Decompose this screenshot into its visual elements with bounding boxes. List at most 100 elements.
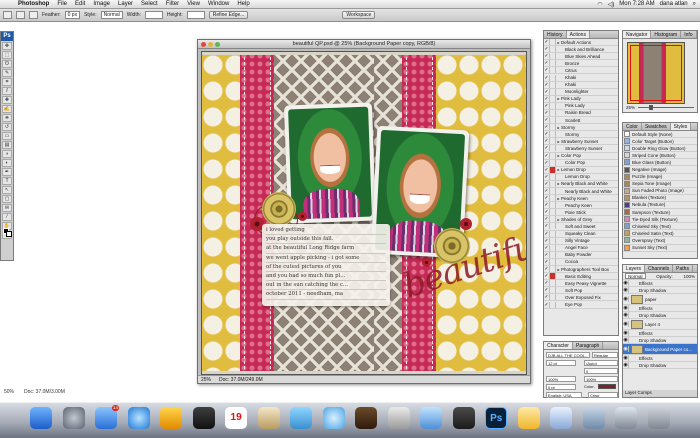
- action-item[interactable]: ✓ Black and Brilliance: [544, 46, 618, 54]
- feather-input[interactable]: 0 px: [64, 11, 81, 19]
- type-tool-icon[interactable]: T: [2, 177, 12, 185]
- action-item[interactable]: ✓ Silly Vintage: [544, 237, 618, 245]
- visibility-eye-icon[interactable]: ◉: [623, 346, 629, 353]
- visibility-eye-icon[interactable]: ◉: [623, 321, 629, 328]
- zoom-window-icon[interactable]: [215, 42, 220, 47]
- action-item[interactable]: ✓ Angel Face: [544, 244, 618, 252]
- dialog-toggle-icon[interactable]: [550, 301, 556, 308]
- tab-channels[interactable]: Channels: [645, 265, 674, 272]
- visibility-eye-icon[interactable]: ◉: [623, 337, 629, 344]
- dialog-toggle-icon[interactable]: [550, 209, 556, 216]
- action-item[interactable]: ✓ Citrus: [544, 67, 618, 75]
- layer-effect-row[interactable]: ◉ Effects: [623, 305, 697, 313]
- move-tool-icon[interactable]: ✥: [2, 42, 12, 50]
- tab-character[interactable]: Character: [544, 342, 573, 349]
- style-item[interactable]: Blanket (Texture): [623, 194, 697, 202]
- background-color-swatch[interactable]: [6, 231, 12, 237]
- visibility-eye-icon[interactable]: ◉: [623, 287, 629, 294]
- app-store-icon[interactable]: [420, 407, 443, 429]
- new-selection-icon[interactable]: [16, 11, 25, 19]
- action-item[interactable]: ✓ Soft Pop: [544, 287, 618, 295]
- marquee-tool-preset-icon[interactable]: [3, 11, 12, 19]
- visibility-eye-icon[interactable]: ◉: [623, 296, 629, 303]
- text-color-swatch[interactable]: [598, 384, 616, 389]
- heal-tool-icon[interactable]: ✚: [2, 96, 12, 104]
- layer-row[interactable]: ◉ Layer 4: [623, 319, 697, 331]
- action-item[interactable]: ✓ Nearly Black and White: [544, 188, 618, 196]
- style-select[interactable]: Normal: [100, 11, 123, 19]
- dialog-toggle-icon[interactable]: [550, 287, 556, 294]
- path-select-tool-icon[interactable]: ↖: [2, 186, 12, 194]
- tab-actions[interactable]: Actions: [566, 31, 590, 38]
- layer-effect-row[interactable]: ◉ Drop Shadow: [623, 337, 697, 345]
- workspace-button[interactable]: Workspace: [342, 11, 376, 19]
- layer-effect-row[interactable]: ◉ Effects: [623, 330, 697, 338]
- lasso-tool-icon[interactable]: ʘ: [2, 60, 12, 68]
- menu-image[interactable]: Image: [89, 1, 114, 7]
- dialog-toggle-icon[interactable]: [550, 244, 556, 251]
- style-item[interactable]: Striped Cone (Button): [623, 152, 697, 160]
- menu-help[interactable]: Help: [233, 1, 253, 7]
- safari-icon[interactable]: [127, 407, 150, 429]
- style-item[interactable]: Nebula (Texture): [623, 201, 697, 210]
- downloads-icon[interactable]: [615, 407, 638, 429]
- font-style-select[interactable]: Regular: [592, 352, 618, 358]
- document-zoom[interactable]: 25%: [201, 376, 211, 383]
- dialog-toggle-icon[interactable]: [550, 74, 556, 81]
- action-item[interactable]: ✓ Easy Peasy Vignette: [544, 280, 618, 288]
- visibility-eye-icon[interactable]: ◉: [623, 362, 629, 369]
- blur-tool-icon[interactable]: ◖: [2, 150, 12, 158]
- menu-layer[interactable]: Layer: [114, 1, 137, 7]
- action-item[interactable]: ✓ Khaki: [544, 81, 618, 89]
- vertical-scale-input[interactable]: 100%: [546, 376, 576, 382]
- pen-tool-icon[interactable]: ✒: [2, 168, 12, 176]
- dialog-toggle-icon[interactable]: [550, 273, 556, 280]
- itunes-icon[interactable]: [322, 407, 345, 429]
- action-item[interactable]: ✓ Lemon Drop: [544, 173, 618, 181]
- style-item[interactable]: Puzzle (Image): [623, 173, 697, 181]
- dialog-toggle-icon[interactable]: [550, 117, 556, 124]
- action-item[interactable]: ✓ ▸ Strawberry Sunset: [544, 138, 618, 146]
- dialog-toggle-icon[interactable]: [550, 258, 556, 265]
- app-menu[interactable]: Photoshop: [14, 1, 53, 7]
- action-item[interactable]: ✓ Peachy Keen: [544, 202, 618, 210]
- crop-tool-icon[interactable]: ⌗: [2, 78, 12, 86]
- layer-effect-row[interactable]: ◉ Drop Shadow: [623, 287, 697, 295]
- finder-icon[interactable]: [30, 407, 52, 429]
- shape-tool-icon[interactable]: ▢: [2, 195, 12, 203]
- time-machine-icon[interactable]: [387, 407, 410, 429]
- system-preferences-icon[interactable]: [62, 407, 85, 429]
- document-info[interactable]: Doc: 37.0M/249.0M: [219, 376, 263, 383]
- navigator-zoom-slider[interactable]: [638, 105, 694, 110]
- document-title-bar[interactable]: beautiful QP.psd @ 25% (Background Paper…: [198, 40, 530, 49]
- action-item[interactable]: ✓ Baby Powder: [544, 251, 618, 259]
- action-item[interactable]: ✓ ▸ Lemon Drop: [544, 166, 618, 174]
- tab-color[interactable]: Color: [623, 123, 642, 130]
- layer-row[interactable]: ◉ paper: [623, 294, 697, 306]
- dialog-toggle-icon[interactable]: [550, 109, 556, 116]
- dialog-toggle-icon[interactable]: [550, 173, 556, 180]
- action-item[interactable]: ✓ Color Pop: [544, 159, 618, 167]
- style-item[interactable]: Default Style (None): [623, 131, 697, 139]
- eyedropper-tool-icon[interactable]: ⁄: [2, 213, 12, 221]
- anti-alias-select[interactable]: Crisp: [588, 392, 618, 398]
- dialog-toggle-icon[interactable]: [550, 145, 556, 152]
- action-item[interactable]: ✓ ▸ Nearly Black and White: [544, 180, 618, 188]
- dialog-toggle-icon[interactable]: [550, 223, 556, 230]
- menubar-clock[interactable]: Mon 7:28 AM: [619, 1, 654, 7]
- folder-icon[interactable]: [582, 407, 605, 429]
- action-item[interactable]: ✓ Pink Lady: [544, 102, 618, 110]
- tab-layers[interactable]: Layers: [623, 265, 646, 272]
- slice-tool-icon[interactable]: ⫽: [2, 87, 12, 95]
- dialog-toggle-icon[interactable]: [550, 88, 556, 95]
- minimize-window-icon[interactable]: [208, 42, 213, 47]
- tab-navigator[interactable]: Navigator: [623, 31, 652, 38]
- visibility-eye-icon[interactable]: ◉: [623, 312, 629, 319]
- dialog-toggle-icon[interactable]: [550, 46, 556, 53]
- tab-info[interactable]: Info: [681, 31, 697, 38]
- leading-input[interactable]: (Auto): [584, 360, 618, 366]
- marquee-tool-icon[interactable]: ⬚: [2, 51, 12, 59]
- tracking-input[interactable]: 0: [584, 368, 618, 374]
- action-item[interactable]: ✓ Over Exposed Fix: [544, 294, 618, 302]
- notes-tool-icon[interactable]: ✉: [2, 204, 12, 212]
